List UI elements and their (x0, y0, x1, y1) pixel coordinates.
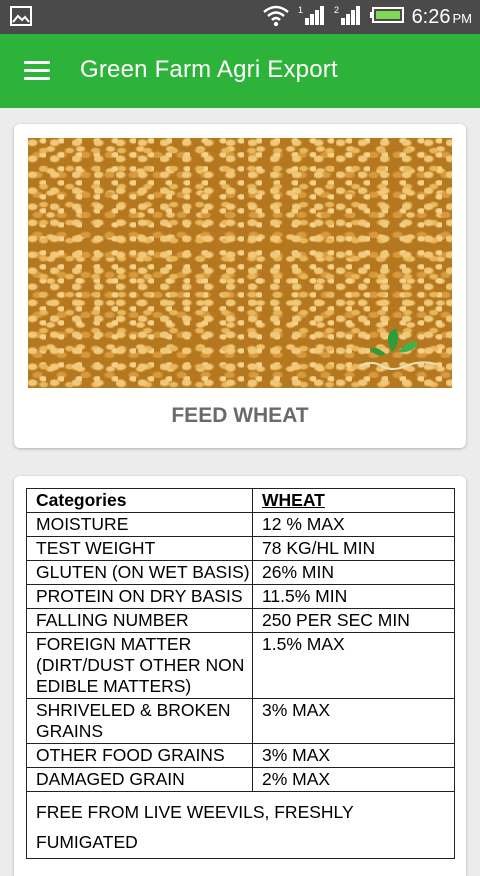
spec-category: GLUTEN (ON WET BASIS) (26, 560, 253, 585)
table-header-row: Categories WHEAT (26, 488, 455, 513)
spec-category: PROTEIN ON DRY BASIS (26, 584, 253, 609)
product-name: FEED WHEAT (171, 404, 309, 427)
spec-category: MOISTURE (26, 512, 253, 537)
table-row: TEST WEIGHT 78 KG/HL MIN (26, 536, 455, 561)
spec-table: Categories WHEAT MOISTURE 12 % MAX TEST … (26, 488, 455, 859)
spec-category: OTHER FOOD GRAINS (26, 743, 253, 768)
table-row: PROTEIN ON DRY BASIS 11.5% MIN (26, 584, 455, 609)
table-row: FALLING NUMBER 250 PER SEC MIN (26, 608, 455, 633)
app-title: Green Farm Agri Export (80, 56, 338, 83)
table-row: DAMAGED GRAIN 2% MAX (26, 767, 455, 792)
hamburger-menu-icon[interactable] (20, 56, 54, 86)
spec-category: SHRIVELED & BROKEN GRAINS (26, 698, 253, 744)
spec-category: FALLING NUMBER (26, 608, 253, 633)
table-note-row: FREE FROM LIVE WEEVILS, FRESHLY FUMIGATE… (26, 791, 455, 859)
spec-value: 1.5% MAX (252, 632, 455, 699)
battery-icon (369, 6, 404, 28)
green-farm-logo (359, 328, 437, 370)
svg-text:2: 2 (334, 5, 339, 15)
clock: 6:26 PM (412, 6, 472, 29)
spec-value: 3% MAX (252, 698, 455, 744)
table-row: SHRIVELED & BROKEN GRAINS 3% MAX (26, 698, 455, 744)
spec-value: 11.5% MIN (252, 584, 455, 609)
product-card[interactable]: FEED WHEAT (14, 124, 466, 448)
spec-value: 250 PER SEC MIN (252, 608, 455, 633)
wifi-icon (262, 3, 290, 32)
spec-category: TEST WEIGHT (26, 536, 253, 561)
spec-category: DAMAGED GRAIN (26, 767, 253, 792)
spec-value: 12 % MAX (252, 512, 455, 537)
spec-value: 78 KG/HL MIN (252, 536, 455, 561)
app-bar: Green Farm Agri Export (0, 34, 480, 108)
spec-value: 2% MAX (252, 767, 455, 792)
spec-value: 26% MIN (252, 560, 455, 585)
clock-ampm: PM (452, 10, 473, 26)
clock-time: 6:26 (411, 5, 451, 28)
spec-card: Categories WHEAT MOISTURE 12 % MAX TEST … (14, 476, 466, 876)
signal-icon: 1 (298, 4, 326, 31)
header-categories: Categories (26, 488, 253, 513)
spec-note: FREE FROM LIVE WEEVILS, FRESHLY FUMIGATE… (26, 791, 455, 859)
wheat-grains-image (28, 138, 452, 388)
table-row: OTHER FOOD GRAINS 3% MAX (26, 743, 455, 768)
header-wheat: WHEAT (252, 488, 455, 513)
spec-category: FOREIGN MATTER (DIRT/DUST OTHER NON EDIB… (26, 632, 253, 699)
table-row: FOREIGN MATTER (DIRT/DUST OTHER NON EDIB… (26, 632, 455, 699)
status-bar: 1 2 6:26 PM (0, 0, 480, 34)
table-row: MOISTURE 12 % MAX (26, 512, 455, 537)
svg-text:1: 1 (298, 5, 303, 15)
table-row: GLUTEN (ON WET BASIS) 26% MIN (26, 560, 455, 585)
image-icon (10, 6, 32, 31)
spec-value: 3% MAX (252, 743, 455, 768)
signal-2-icon: 2 (334, 4, 362, 31)
